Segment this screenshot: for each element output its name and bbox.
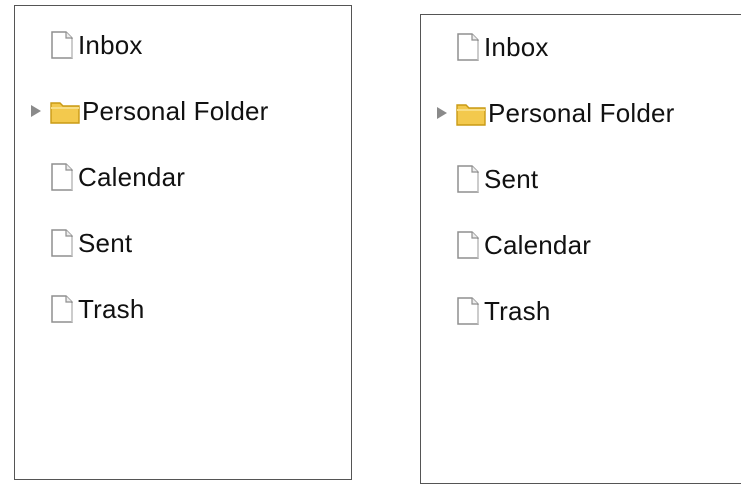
- tree-item-label: Sent: [484, 164, 539, 194]
- document-icon: [455, 163, 483, 195]
- tree-item-personal-folder[interactable]: Personal Folder: [15, 94, 269, 128]
- folder-icon: [49, 97, 81, 125]
- expand-arrow-icon[interactable]: [434, 105, 450, 121]
- expand-arrow-icon[interactable]: [28, 103, 44, 119]
- document-icon: [455, 229, 483, 261]
- tree-item-sent[interactable]: Sent: [421, 162, 538, 196]
- tree-item-inbox[interactable]: Inbox: [421, 30, 549, 64]
- tree-item-sent[interactable]: Sent: [15, 226, 132, 260]
- document-icon: [49, 293, 77, 325]
- document-icon: [49, 227, 77, 259]
- document-icon: [455, 31, 483, 63]
- document-icon: [455, 295, 483, 327]
- tree-item-label: Personal Folder: [82, 96, 269, 126]
- tree-item-label: Inbox: [484, 32, 549, 62]
- tree-item-label: Trash: [78, 294, 145, 324]
- tree-item-trash[interactable]: Trash: [421, 294, 551, 328]
- folder-icon: [455, 99, 487, 127]
- tree-item-label: Trash: [484, 296, 551, 326]
- tree-item-trash[interactable]: Trash: [15, 292, 145, 326]
- tree-item-label: Inbox: [78, 30, 143, 60]
- tree-item-label: Personal Folder: [488, 98, 675, 128]
- tree-item-personal-folder[interactable]: Personal Folder: [421, 96, 675, 130]
- tree-item-calendar[interactable]: Calendar: [421, 228, 591, 262]
- document-icon: [49, 29, 77, 61]
- tree-item-label: Sent: [78, 228, 133, 258]
- tree-panel-left: Inbox Personal Folder Calendar Sent Tras…: [14, 5, 352, 480]
- tree-item-label: Calendar: [484, 230, 592, 260]
- document-icon: [49, 161, 77, 193]
- tree-item-calendar[interactable]: Calendar: [15, 160, 185, 194]
- tree-item-inbox[interactable]: Inbox: [15, 28, 143, 62]
- tree-panel-right: Inbox Personal Folder Sent Calendar Tras…: [420, 14, 741, 484]
- tree-item-label: Calendar: [78, 162, 186, 192]
